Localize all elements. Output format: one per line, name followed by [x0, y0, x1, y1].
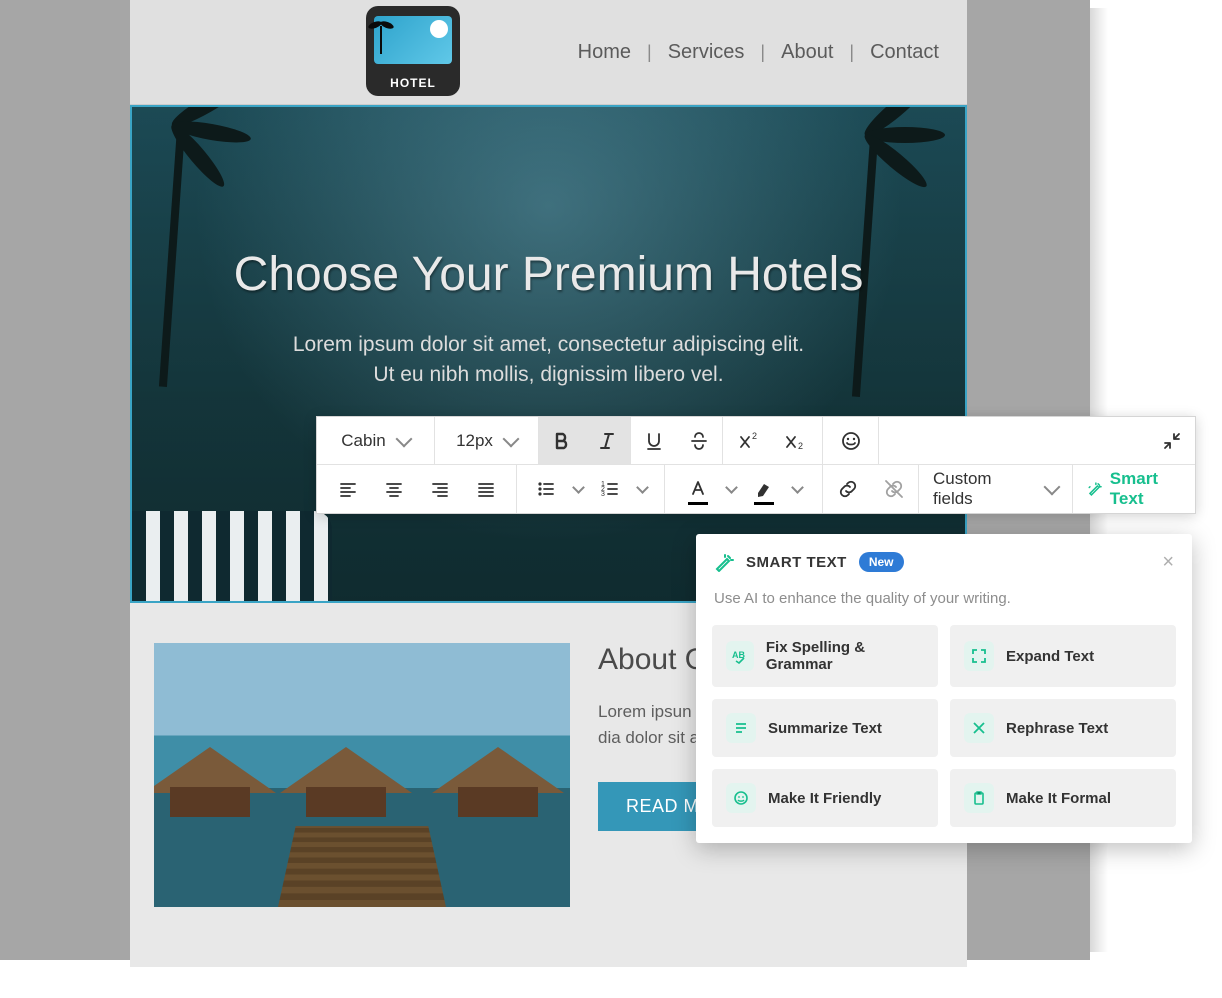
font-family-select[interactable]: Cabin: [327, 431, 423, 451]
italic-button[interactable]: [585, 417, 631, 464]
hero-subtitle: Lorem ipsum dolor sit amet, consectetur …: [132, 330, 965, 391]
option-rephrase[interactable]: Rephrase Text: [950, 699, 1176, 757]
expand-icon: [964, 641, 994, 671]
summarize-icon: [726, 713, 756, 743]
collapse-toolbar-button[interactable]: [1149, 432, 1195, 450]
svg-text:2: 2: [798, 441, 803, 451]
logo-label: HOTEL: [366, 76, 460, 90]
smart-text-button[interactable]: Smart Text: [1073, 469, 1195, 509]
unlink-button[interactable]: [871, 465, 917, 513]
highlight-color-button[interactable]: [744, 465, 784, 513]
panel-title: SMART TEXT: [746, 554, 847, 571]
nav-contact[interactable]: Contact: [870, 41, 939, 64]
option-fix-spelling[interactable]: AB Fix Spelling & Grammar: [712, 625, 938, 687]
option-formal[interactable]: Make It Formal: [950, 769, 1176, 827]
emoji-button[interactable]: [828, 417, 874, 464]
formal-icon: [964, 783, 994, 813]
link-button[interactable]: [825, 465, 871, 513]
option-expand-text[interactable]: Expand Text: [950, 625, 1176, 687]
strikethrough-button[interactable]: [677, 417, 723, 464]
numbered-list-dropdown[interactable]: [629, 465, 655, 513]
bold-button[interactable]: [539, 417, 585, 464]
site-nav: Home | Services | About | Contact: [578, 41, 939, 64]
site-header: Home | Services | About | Contact: [130, 0, 967, 105]
underline-button[interactable]: [631, 417, 677, 464]
text-color-button[interactable]: [678, 465, 718, 513]
hero-decoration: [132, 511, 332, 601]
panel-subtitle: Use AI to enhance the quality of your wr…: [696, 586, 1192, 625]
text-toolbar: Cabin 12px 2: [316, 416, 1196, 514]
magic-wand-icon: [714, 552, 734, 572]
nav-services[interactable]: Services: [668, 41, 745, 64]
custom-fields-select[interactable]: Custom fields: [919, 469, 1072, 509]
svg-text:2: 2: [752, 431, 757, 441]
spellcheck-icon: AB: [726, 641, 754, 671]
align-justify-button[interactable]: [463, 465, 509, 513]
highlight-color-dropdown[interactable]: [784, 465, 810, 513]
smart-text-panel: SMART TEXT New × Use AI to enhance the q…: [696, 534, 1192, 843]
text-color-dropdown[interactable]: [718, 465, 744, 513]
bullet-list-dropdown[interactable]: [565, 465, 591, 513]
hero-block[interactable]: Choose Your Premium Hotels Lorem ipsum d…: [130, 105, 967, 603]
option-friendly[interactable]: Make It Friendly: [712, 769, 938, 827]
numbered-list-button[interactable]: 123: [591, 465, 629, 513]
align-center-button[interactable]: [371, 465, 417, 513]
rephrase-icon: [964, 713, 994, 743]
option-summarize[interactable]: Summarize Text: [712, 699, 938, 757]
bullet-list-button[interactable]: [527, 465, 565, 513]
friendly-icon: [726, 783, 756, 813]
superscript-button[interactable]: 2: [727, 417, 773, 464]
font-size-select[interactable]: 12px: [442, 431, 531, 451]
close-icon[interactable]: ×: [1162, 552, 1174, 572]
nav-home[interactable]: Home: [578, 41, 631, 64]
align-right-button[interactable]: [417, 465, 463, 513]
align-left-button[interactable]: [325, 465, 371, 513]
new-badge: New: [859, 552, 904, 572]
about-image: [154, 643, 570, 907]
site-logo: HOTEL: [366, 6, 460, 96]
nav-about[interactable]: About: [781, 41, 833, 64]
subscript-button[interactable]: 2: [773, 417, 819, 464]
svg-text:3: 3: [601, 491, 605, 498]
hero-title: Choose Your Premium Hotels: [132, 247, 965, 302]
